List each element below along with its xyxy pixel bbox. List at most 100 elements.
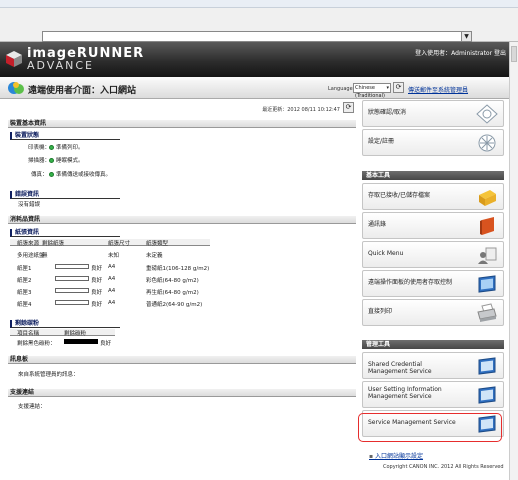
quick-menu-icon <box>478 247 497 264</box>
sidebar-item-label: Shared Credential Management Service <box>368 361 432 375</box>
paper-size: A4 <box>108 288 116 294</box>
sidebar-item-stored-files[interactable]: 存取已接收/已儲存檔案 <box>362 183 504 210</box>
toner-value: 良好 <box>100 341 112 347</box>
toner-header-name: 項目名稱 <box>17 331 40 337</box>
reload-button[interactable]: ⟳ <box>343 102 354 113</box>
sidebar-item-label: Quick Menu <box>368 250 404 257</box>
portal-display-settings-link[interactable]: ▪ 入口網站顯示設定 <box>369 451 423 460</box>
fax-status-text: 準備傳送或接收傳真。 <box>56 172 112 178</box>
sidebar-item-label: User Setting Information Management Serv… <box>368 386 442 400</box>
fax-status: 準備傳送或接收傳真。 <box>49 170 111 178</box>
mail-admin-link[interactable]: 傳送郵件至系統管理員 <box>408 85 468 94</box>
vertical-scrollbar[interactable] <box>509 42 518 480</box>
paper-size: A4 <box>108 300 116 306</box>
sidebar-item-user-setting[interactable]: User Setting Information Management Serv… <box>362 381 504 408</box>
printer-icon <box>477 303 497 322</box>
toner-header-remaining: 剩餘碳粉 <box>64 331 87 337</box>
chevron-down-icon: ▾ <box>386 85 389 91</box>
paper-source: 紙匣3 <box>17 290 32 296</box>
paper-level <box>55 300 89 306</box>
sidebar-item-label: 設定/註冊 <box>368 138 395 145</box>
brand-subname: ADVANCE <box>27 59 95 72</box>
printer-status: 準備列印。 <box>49 143 84 151</box>
last-updated-text: 最近更新：2012 08/11 10:12:47 <box>262 107 340 113</box>
sidebar-item-shared-credential[interactable]: Shared Credential Management Service <box>362 352 504 379</box>
dropdown-arrow-icon[interactable]: ▼ <box>461 32 471 41</box>
language-select[interactable]: Chinese (Traditional) ▾ <box>353 83 391 99</box>
paper-level-bar <box>55 300 89 305</box>
sidebar-item-settings[interactable]: 設定/註冊 <box>362 129 504 156</box>
paper-type: 普通紙2(64-90 g/m2) <box>146 302 203 308</box>
paper-remaining: 良好 <box>91 290 103 296</box>
toner-name: 剩餘黑色碳粉： <box>17 341 56 347</box>
sidebar-item-quick-menu[interactable]: Quick Menu <box>362 241 504 268</box>
language-apply-button[interactable]: ⟳ <box>393 82 404 93</box>
main-content: 最近更新：2012 08/11 10:12:47 ⟳ 裝置基本資訊 裝置狀態 印… <box>8 100 356 470</box>
portal-display-settings-text: 入口網站顯示設定 <box>374 453 423 460</box>
paper-type: 重磅紙1(106-128 g/m2) <box>146 266 210 272</box>
paper-source: 紙匣4 <box>17 302 32 308</box>
paper-info-title: 紙張資訊 <box>10 229 120 237</box>
status-ok-icon <box>49 145 54 150</box>
paper-type: 未定義 <box>146 253 163 259</box>
portal-icon <box>8 82 24 94</box>
service-window-icon <box>478 386 496 404</box>
paper-level-bar <box>55 276 89 281</box>
support-link-section: 支援連結 <box>8 389 356 397</box>
paper-level-bar <box>55 264 89 269</box>
admin-tools-header: 管理工具 <box>362 340 504 349</box>
paper-level <box>55 264 89 270</box>
gear-icon <box>478 134 496 152</box>
paper-type: 彩色紙(64-80 g/m2) <box>146 278 199 284</box>
device-info-section: 裝置基本資訊 <box>8 120 356 128</box>
sidebar-item-status[interactable]: 狀態確認/取消 <box>362 100 504 127</box>
address-book-icon <box>480 217 494 235</box>
browser-toolbar: ▼ <box>0 8 518 42</box>
sidebar-item-remote-panel[interactable]: 遠端操作面板的使用者存取控制 <box>362 270 504 297</box>
support-link-text: 支援連結： <box>18 404 46 410</box>
paper-remaining: 良好 <box>91 278 103 284</box>
paper-size: 未知 <box>108 253 120 259</box>
basic-tools-header: 基本工具 <box>362 171 504 180</box>
toner-title: 剩餘碳粉 <box>10 320 120 328</box>
sidebar-item-label: 通訊錄 <box>368 221 387 228</box>
printer-status-label: 印表機： <box>28 145 51 151</box>
page-title: 遠端使用者介面：入口網站 <box>28 86 137 96</box>
paper-source: 紙匣1 <box>17 266 32 272</box>
status-monitor-icon <box>476 104 498 124</box>
browser-title-bar <box>0 0 518 8</box>
copyright-text: Copyright CANON INC. 2012 All Rights Res… <box>383 464 504 470</box>
language-label: Language: <box>328 86 355 92</box>
language-select-value: Chinese (Traditional) <box>355 85 385 99</box>
logout-link[interactable]: 登出 <box>494 50 506 57</box>
device-status-title: 裝置狀態 <box>10 132 120 140</box>
scanner-status: 睡眠模式。 <box>49 156 84 164</box>
paper-size: A4 <box>108 276 116 282</box>
error-info-text: 沒有錯誤 <box>18 202 41 208</box>
canon-cube-logo-icon <box>6 51 22 67</box>
fax-status-label: 傳真： <box>31 172 48 178</box>
error-info-title: 錯誤資訊 <box>10 191 120 199</box>
paper-source: 多用途紙盤 <box>17 253 45 259</box>
paper-level <box>55 276 89 282</box>
folder-box-icon <box>479 190 496 206</box>
paper-type: 再生紙(64-80 g/m2) <box>146 290 199 296</box>
printer-status-text: 準備列印。 <box>56 145 84 151</box>
paper-remaining: 無 <box>42 253 48 259</box>
message-board-text: 來自系統管理員的訊息： <box>18 372 79 378</box>
consumables-section: 消耗品資訊 <box>8 216 356 224</box>
toner-level <box>64 339 98 345</box>
address-combo[interactable]: ▼ <box>42 31 472 42</box>
message-board-section: 訊息板 <box>8 356 356 364</box>
sidebar-item-label: 狀態確認/取消 <box>368 109 407 116</box>
paper-source: 紙匣2 <box>17 278 32 284</box>
toner-level-bar <box>64 339 98 344</box>
scrollbar-thumb[interactable] <box>511 46 517 62</box>
remote-panel-icon <box>478 275 496 293</box>
scanner-status-label: 掃描器： <box>28 158 51 164</box>
sidebar-item-label: 直接列印 <box>368 308 393 315</box>
paper-remaining: 良好 <box>91 266 103 272</box>
sidebar-item-direct-print[interactable]: 直接列印 <box>362 299 504 326</box>
sidebar-item-label: 遠端操作面板的使用者存取控制 <box>368 279 453 286</box>
sidebar-item-address-book[interactable]: 通訊錄 <box>362 212 504 239</box>
